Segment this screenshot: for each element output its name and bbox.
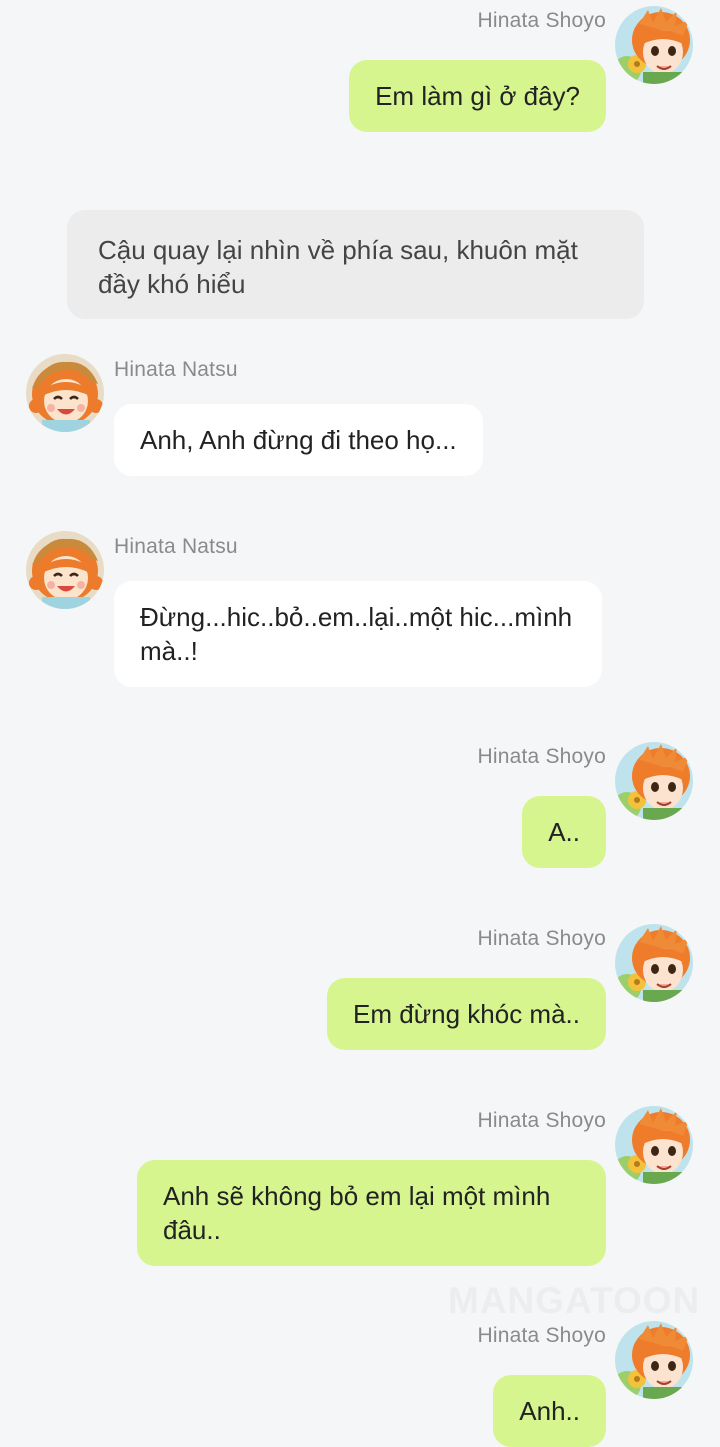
avatar-shoyo-icon[interactable] [615,1106,693,1184]
narration-bubble: Cậu quay lại nhìn về phía sau, khuôn mặt… [67,210,644,319]
message-bubble: Đừng...hic..bỏ..em..lại..một hic...mình … [114,581,602,687]
message-bubble: Em đừng khóc mà.. [327,978,606,1050]
message-bubble: Em làm gì ở đây? [349,60,606,132]
sender-name: Hinata Shoyo [477,1324,606,1347]
sender-name: Hinata Shoyo [477,927,606,950]
sender-name: Hinata Shoyo [477,745,606,768]
avatar-shoyo-icon[interactable] [615,742,693,820]
sender-name: Hinata Shoyo [477,9,606,32]
message-bubble: Anh.. [493,1375,606,1447]
sender-name: Hinata Natsu [114,535,238,558]
watermark: MANGATOON [448,1280,701,1321]
avatar-natsu-icon[interactable] [26,354,104,432]
sender-name: Hinata Natsu [114,358,238,381]
sender-name: Hinata Shoyo [477,1109,606,1132]
message-bubble: Anh, Anh đừng đi theo họ... [114,404,483,476]
message-bubble: A.. [522,796,606,868]
avatar-shoyo-icon[interactable] [615,6,693,84]
avatar-shoyo-icon[interactable] [615,1321,693,1399]
avatar-natsu-icon[interactable] [26,531,104,609]
avatar-shoyo-icon[interactable] [615,924,693,1002]
message-bubble: Anh sẽ không bỏ em lại một mình đâu.. [137,1160,606,1266]
